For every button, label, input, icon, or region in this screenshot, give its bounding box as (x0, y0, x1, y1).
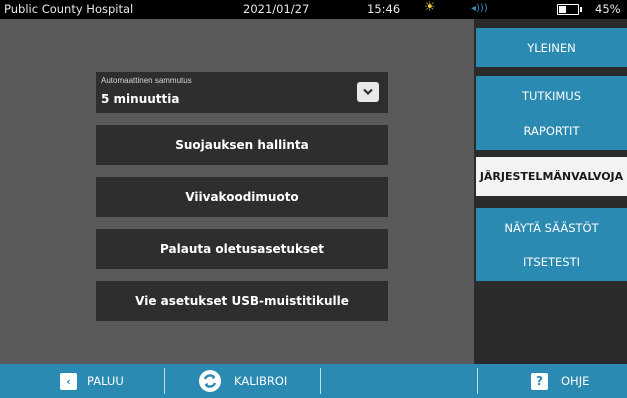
tab-self-test[interactable]: ITSETESTI (476, 242, 627, 281)
settings-panel: Automaattinen sammutus 5 minuuttia Suoja… (0, 19, 474, 364)
barcode-format-button[interactable]: Viivakoodimuoto (96, 177, 388, 217)
calibrate-button[interactable]: KALIBROI (199, 364, 287, 398)
help-label: OHJE (561, 374, 590, 388)
side-tab-menu: YLEINEN TUTKIMUS RAPORTIT JÄRJESTELMÄNVA… (474, 19, 627, 364)
status-bar: Public County Hospital 2021/01/27 15:46 … (0, 0, 627, 19)
status-time: 15:46 (367, 2, 401, 16)
chevron-down-icon[interactable] (357, 82, 379, 102)
divider (320, 368, 321, 394)
security-management-button[interactable]: Suojauksen hallinta (96, 125, 388, 165)
sun-icon: ☀ (424, 0, 436, 15)
back-arrow-icon: ‹ (60, 372, 77, 390)
battery-percent: 45% (595, 2, 621, 16)
help-icon: ? (531, 372, 548, 390)
auto-shutoff-label: Automaattinen sammutus (101, 76, 192, 85)
divider (477, 368, 478, 394)
help-button[interactable]: ? OHJE (531, 364, 589, 398)
battery-icon (557, 4, 582, 15)
tab-reports[interactable]: RAPORTIT (476, 111, 627, 150)
back-button[interactable]: ‹ PALUU (60, 364, 124, 398)
tab-general[interactable]: YLEINEN (476, 28, 627, 67)
auto-shutoff-value: 5 minuuttia (101, 92, 180, 106)
back-label: PALUU (87, 374, 124, 388)
divider (164, 368, 165, 394)
volume-icon: ◂))) (471, 3, 488, 14)
tab-exam[interactable]: TUTKIMUS (476, 76, 627, 115)
tab-administrator[interactable]: JÄRJESTELMÄNVALVOJA (476, 157, 627, 196)
restore-defaults-button[interactable]: Palauta oletusasetukset (96, 229, 388, 269)
facility-name: Public County Hospital (4, 2, 134, 16)
status-date: 2021/01/27 (243, 2, 310, 16)
calibrate-icon (199, 370, 221, 392)
bottom-bar: ‹ PALUU KALIBROI ? OHJE (0, 364, 627, 398)
calibrate-label: KALIBROI (234, 374, 288, 388)
auto-shutoff-dropdown[interactable]: Automaattinen sammutus 5 minuuttia (96, 72, 388, 113)
export-settings-usb-button[interactable]: Vie asetukset USB-muistitikulle (96, 281, 388, 321)
